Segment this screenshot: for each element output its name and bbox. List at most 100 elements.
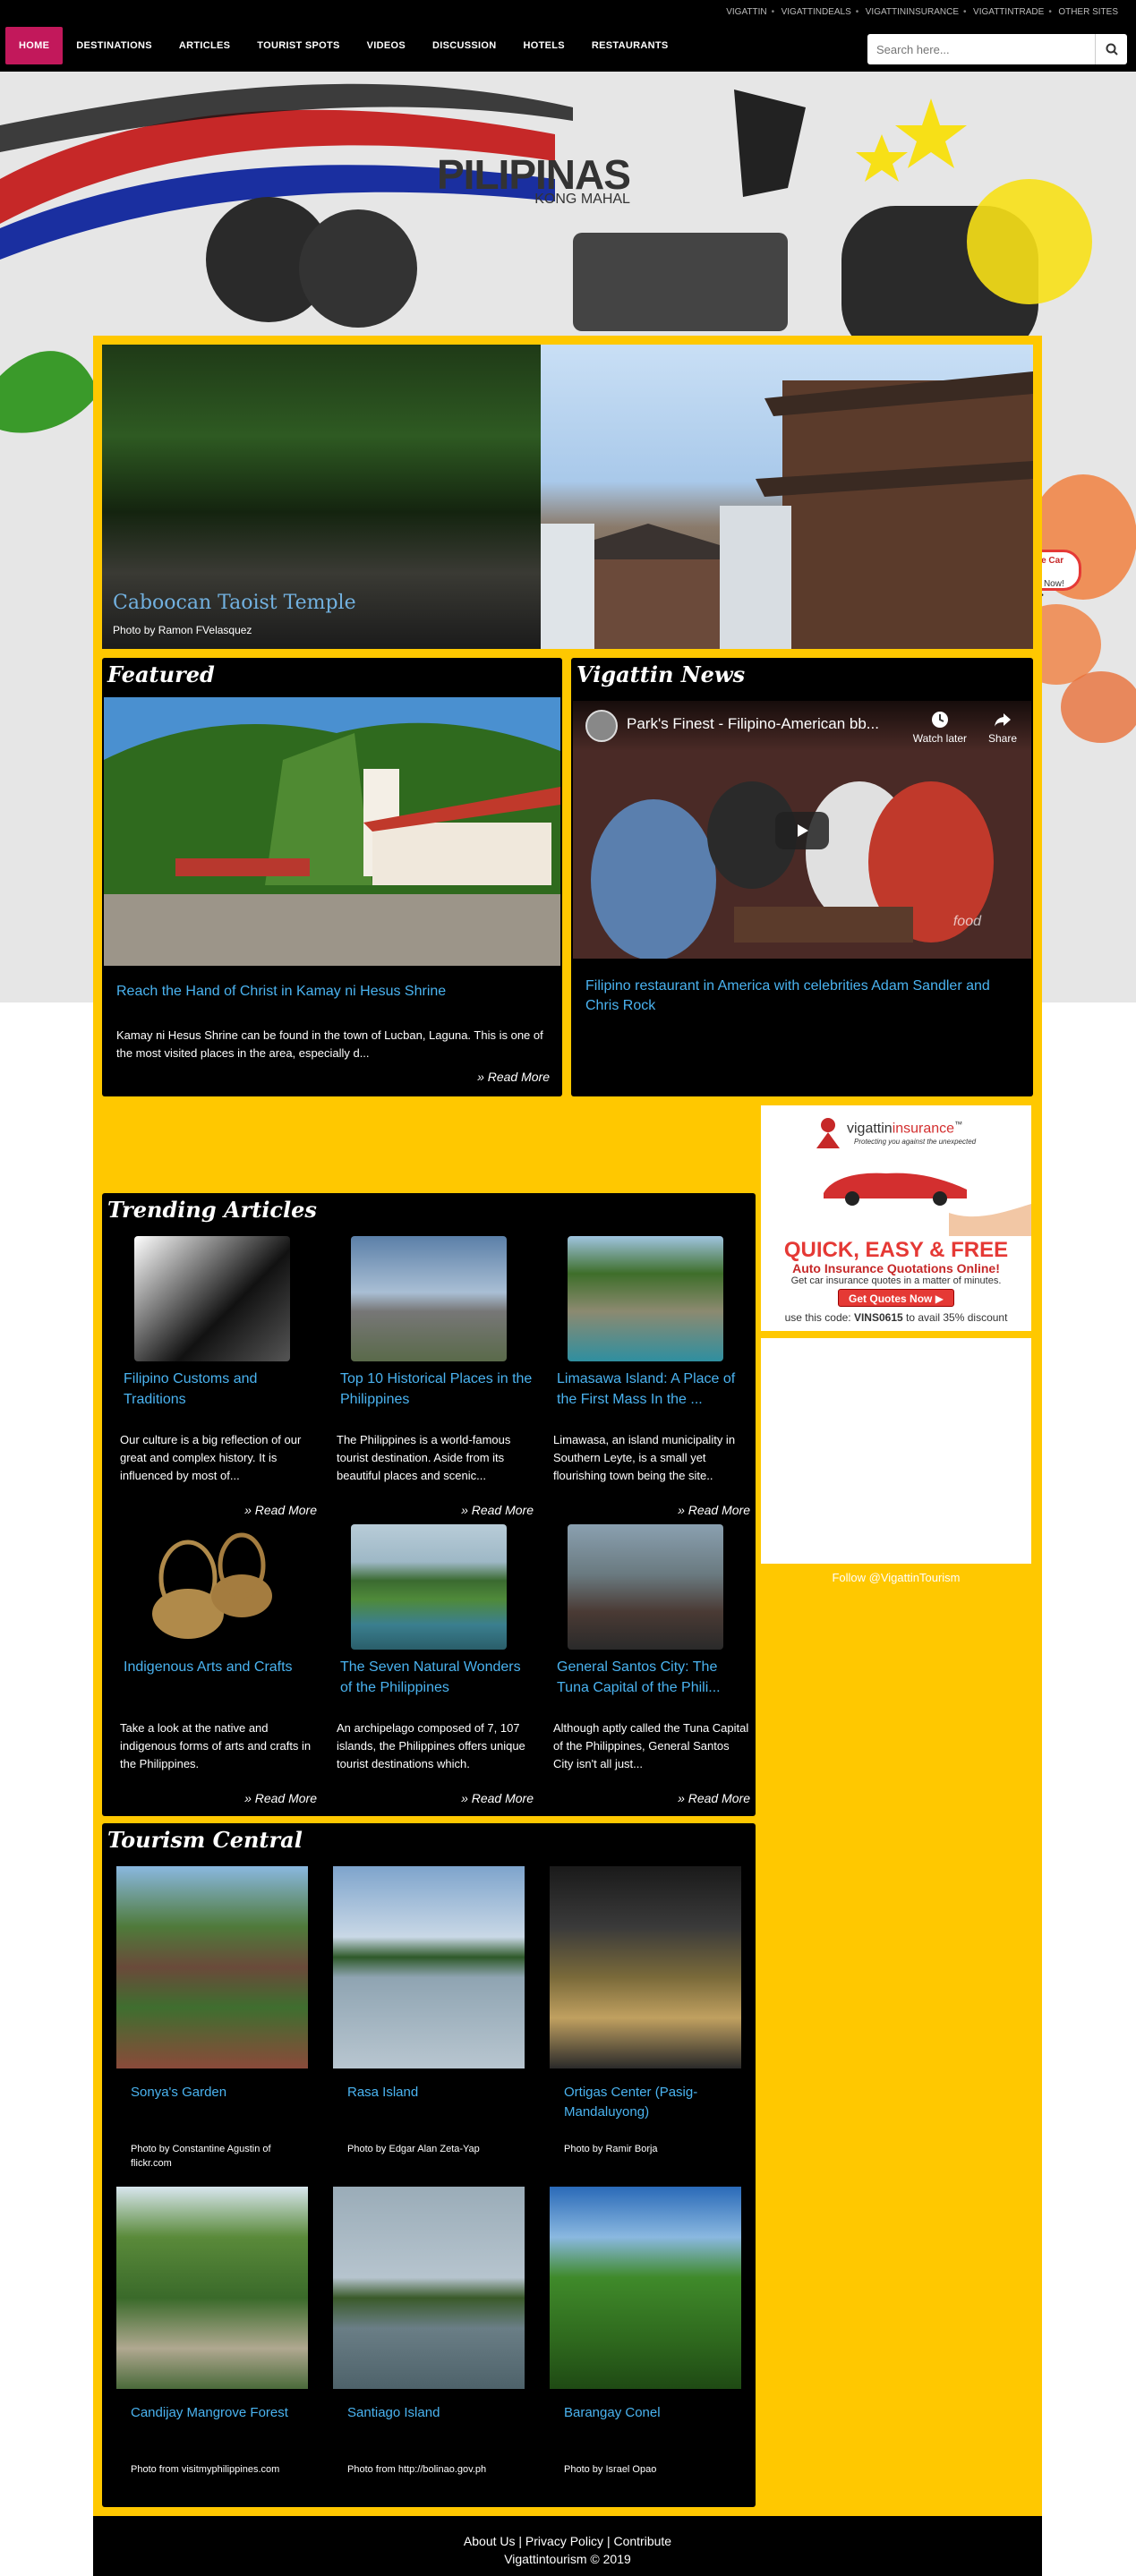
slide-image-taoist-temple [541, 345, 1033, 649]
arrow-right-icon: ▶ [935, 1292, 944, 1305]
footer-about-link[interactable]: About Us [464, 2534, 516, 2548]
nav-videos[interactable]: VIDEOS [354, 27, 419, 64]
trend-read-more[interactable]: » Read More [337, 1503, 534, 1517]
footer-privacy-link[interactable]: Privacy Policy [525, 2534, 603, 2548]
site-link-other-sites[interactable]: OTHER SITES [1048, 7, 1125, 17]
tour-image[interactable] [116, 1866, 308, 2068]
tour-title[interactable]: Ortigas Center (Pasig-Mandaluyong) [564, 2083, 741, 2129]
network-sites-nav: VIGATTIN VIGATTINDEALS VIGATTININSURANCE… [719, 7, 1125, 17]
tour-credit: Photo from visitmyphilippines.com [131, 2464, 280, 2475]
news-video-player[interactable]: Park's Finest - Filipino-American bb... … [573, 701, 1031, 959]
insurance-logo-icon [816, 1118, 840, 1148]
tour-title[interactable]: Candijay Mangrove Forest [131, 2403, 308, 2450]
trend-read-more[interactable]: » Read More [553, 1791, 750, 1805]
tour-title[interactable]: Santiago Island [347, 2403, 525, 2450]
featured-image[interactable] [104, 697, 560, 966]
hand-icon [949, 1204, 1031, 1236]
channel-avatar[interactable] [585, 710, 618, 742]
nav-articles[interactable]: ARTICLES [166, 27, 243, 64]
nav-home[interactable]: HOME [5, 27, 64, 64]
tour-credit: Photo by Edgar Alan Zeta-Yap [347, 2144, 480, 2154]
footer: About Us | Privacy Policy | Contribute V… [93, 2516, 1042, 2576]
featured-article-title[interactable]: Reach the Hand of Christ in Kamay ni Hes… [116, 982, 546, 1002]
tour-image[interactable] [333, 2187, 525, 2389]
temple-illustration [541, 371, 1033, 649]
top-bar: VIGATTIN VIGATTINDEALS VIGATTININSURANCE… [0, 0, 1136, 72]
trend-title[interactable]: General Santos City: The Tuna Capital of… [557, 1657, 750, 1709]
trend-read-more[interactable]: » Read More [337, 1791, 534, 1805]
tour-title[interactable]: Barangay Conel [564, 2403, 741, 2450]
trend-item: Top 10 Historical Places in the Philippi… [337, 1236, 534, 1517]
nav-restaurants[interactable]: RESTAURANTS [578, 27, 682, 64]
ad-code-suffix: to avail 35% discount [906, 1311, 1008, 1324]
ad-brand-b: insurance [892, 1121, 955, 1137]
trend-image[interactable] [568, 1236, 723, 1361]
follow-link[interactable]: Follow @VigattinTourism [761, 1571, 1031, 1584]
search-input[interactable] [867, 34, 1095, 64]
search-button[interactable] [1095, 34, 1127, 64]
tour-image[interactable] [116, 2187, 308, 2389]
ad-code-prefix: use this code: [784, 1311, 851, 1324]
site-link-vigattintrade[interactable]: VIGATTINTRADE [963, 7, 1051, 17]
watch-later-label: Watch later [912, 732, 967, 745]
tour-item: Candijay Mangrove Forest Photo from visi… [116, 2187, 308, 2477]
nav-hotels[interactable]: HOTELS [509, 27, 577, 64]
trend-item: Limasawa Island: A Place of the First Ma… [553, 1236, 750, 1517]
tour-image[interactable] [550, 2187, 741, 2389]
trending-heading: Trending Articles [107, 1197, 317, 1223]
play-icon [798, 824, 808, 837]
trend-image[interactable] [351, 1524, 507, 1650]
tour-image[interactable] [550, 1866, 741, 2068]
ad-subheadline: Auto Insurance Quotations Online! [792, 1261, 1000, 1275]
insurance-ad[interactable]: vigattininsurance™ Protecting you agains… [761, 1105, 1031, 1331]
trend-image[interactable] [351, 1236, 507, 1361]
trend-image[interactable] [134, 1236, 290, 1361]
video-title[interactable]: Park's Finest - Filipino-American bb... [627, 715, 879, 733]
image-slider[interactable]: Caboocan Taoist Temple Photo by Ramon FV… [102, 345, 1033, 649]
trend-title[interactable]: The Seven Natural Wonders of the Philipp… [340, 1657, 534, 1709]
site-link-vigattin[interactable]: VIGATTIN [719, 7, 773, 17]
trend-image[interactable] [134, 1524, 290, 1650]
site-link-vigattininsurance[interactable]: VIGATTININSURANCE [856, 7, 966, 17]
search-icon [1106, 43, 1118, 55]
trend-title[interactable]: Limasawa Island: A Place of the First Ma… [557, 1369, 750, 1420]
footer-separator: | [606, 2534, 611, 2548]
get-quotes-button[interactable]: Get Quotes Now ▶ [838, 1289, 954, 1307]
tour-item: Barangay Conel Photo by Israel Opao [550, 2187, 741, 2477]
footer-contribute-link[interactable]: Contribute [613, 2534, 671, 2548]
search-box [867, 34, 1127, 64]
tour-item: Rasa Island Photo by Edgar Alan Zeta-Yap [333, 1866, 525, 2156]
trend-title[interactable]: Filipino Customs and Traditions [124, 1369, 317, 1420]
nav-tourist-spots[interactable]: TOURIST SPOTS [243, 27, 353, 64]
trend-read-more[interactable]: » Read More [120, 1791, 317, 1805]
tour-credit: Photo from http://bolinao.gov.ph [347, 2464, 487, 2475]
nav-destinations[interactable]: DESTINATIONS [63, 27, 166, 64]
tour-item: Sonya's Garden Photo by Constantine Agus… [116, 1866, 308, 2171]
share-button[interactable]: Share [988, 710, 1017, 745]
news-article-title[interactable]: Filipino restaurant in America with cele… [585, 977, 1015, 1016]
trend-read-more[interactable]: » Read More [553, 1503, 750, 1517]
tour-title[interactable]: Rasa Island [347, 2083, 525, 2129]
site-link-vigattindeals[interactable]: VIGATTINDEALS [772, 7, 858, 17]
tour-credit: Photo by Ramir Borja [564, 2144, 658, 2154]
play-button[interactable] [775, 812, 829, 849]
share-icon [994, 713, 1011, 727]
slide-title[interactable]: Caboocan Taoist Temple [113, 592, 356, 614]
trend-image[interactable] [568, 1524, 723, 1650]
featured-read-more[interactable]: » Read More [477, 1070, 550, 1084]
tourism-heading: Tourism Central [107, 1827, 303, 1853]
social-widget [761, 1338, 1031, 1564]
trend-title[interactable]: Indigenous Arts and Crafts [124, 1657, 317, 1709]
trend-read-more[interactable]: » Read More [120, 1503, 317, 1517]
watch-later-button[interactable]: Watch later [913, 710, 967, 745]
tour-title[interactable]: Sonya's Garden [131, 2083, 308, 2129]
nav-discussion[interactable]: DISCUSSION [419, 27, 509, 64]
ad-headline: QUICK, EASY & FREE [783, 1238, 1009, 1262]
tour-image[interactable] [333, 1866, 525, 2068]
site-logo[interactable]: PILIPINAS KONG MAHAL [437, 154, 631, 208]
news-heading: Vigattin News [577, 661, 746, 687]
tour-credit: Photo by Israel Opao [564, 2464, 657, 2475]
trend-title[interactable]: Top 10 Historical Places in the Philippi… [340, 1369, 534, 1420]
video-header: Park's Finest - Filipino-American bb... … [573, 701, 1031, 751]
trend-item: General Santos City: The Tuna Capital of… [553, 1524, 750, 1805]
